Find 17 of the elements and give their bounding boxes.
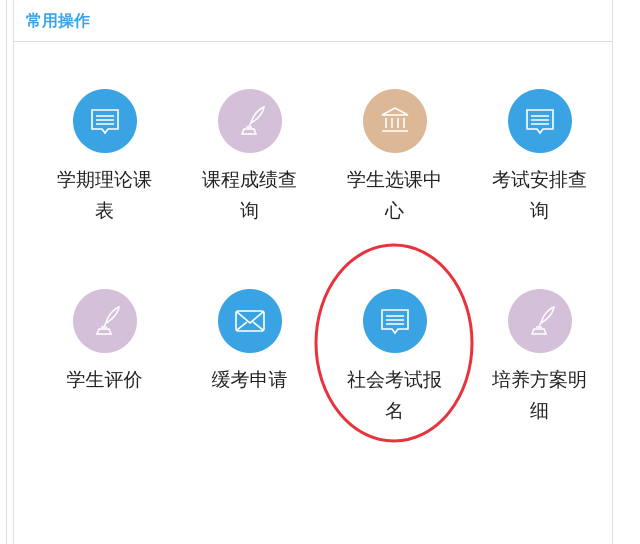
- chat-icon[interactable]: [508, 89, 572, 153]
- shortcut-label[interactable]: 培养方案明细: [490, 365, 589, 427]
- shortcut-label[interactable]: 学生评价: [55, 365, 154, 396]
- panel-title: 常用操作: [26, 10, 90, 32]
- quill-icon[interactable]: [218, 89, 282, 153]
- bank-icon[interactable]: [362, 89, 426, 153]
- quill-icon[interactable]: [72, 289, 136, 353]
- shortcut-label[interactable]: 学生选课中心: [345, 165, 444, 227]
- shortcut-label[interactable]: 考试安排查询: [490, 165, 589, 227]
- chat-icon[interactable]: [72, 89, 136, 153]
- chat-icon[interactable]: [362, 289, 426, 353]
- shortcut-label[interactable]: 学期理论课表: [55, 165, 154, 227]
- quill-icon[interactable]: [508, 289, 572, 353]
- shortcut-label[interactable]: 课程成绩查询: [200, 165, 299, 227]
- shortcut-label[interactable]: 缓考申请: [200, 365, 299, 396]
- shortcut-label[interactable]: 社会考试报名: [345, 365, 444, 427]
- mail-icon[interactable]: [218, 289, 282, 353]
